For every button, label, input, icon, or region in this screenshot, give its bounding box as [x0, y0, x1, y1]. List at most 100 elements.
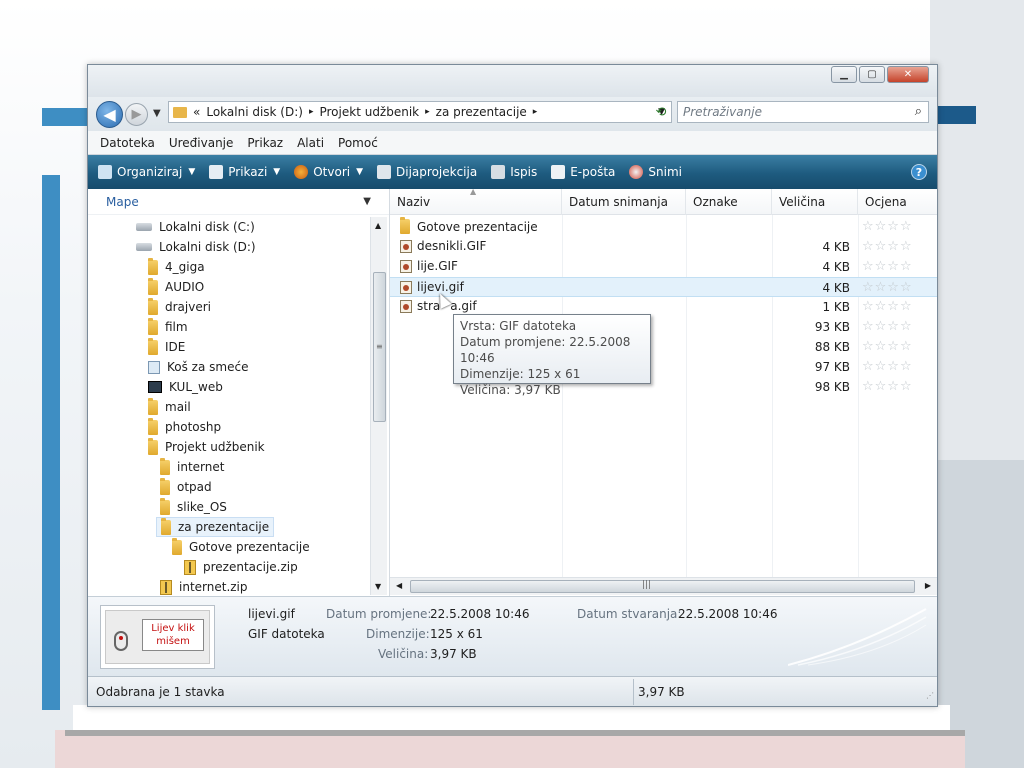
gif-file-icon	[400, 299, 412, 313]
rating-stars[interactable]: ☆☆☆☆	[862, 259, 913, 274]
arrow-right-icon: ▶	[131, 107, 142, 122]
tree-item[interactable]: IDE	[148, 337, 185, 357]
resize-grip-icon[interactable]: ⋰	[926, 691, 934, 700]
minimize-button[interactable]: ▁	[831, 66, 857, 83]
tree-item[interactable]: 4_giga	[148, 257, 205, 277]
recycle-bin-icon	[148, 360, 160, 374]
folders-header[interactable]: Mape ▼	[88, 189, 389, 215]
burn-disc-icon	[629, 165, 644, 179]
tree-item[interactable]: Lokalni disk (C:)	[136, 217, 255, 237]
menu-view[interactable]: Prikaz	[247, 136, 283, 150]
details-created-value[interactable]: 22.5.2008 10:46	[678, 607, 777, 621]
column-date-taken[interactable]: Datum snimanja	[562, 189, 686, 215]
tree-item[interactable]: mail	[148, 397, 191, 417]
tree-item-label: Projekt udžbenik	[165, 440, 265, 454]
chevron-right-icon[interactable]: ▸	[533, 107, 538, 117]
column-tags[interactable]: Oznake	[686, 189, 772, 215]
tree-item-label: Koš za smeće	[167, 360, 249, 374]
tree-item[interactable]: internet.zip	[160, 577, 248, 595]
address-row: ◀ ▶ ▼ « Lokalni disk (D:) ▸ Projekt udžb…	[88, 97, 937, 131]
burn-button[interactable]: Snimi	[629, 165, 682, 179]
tree-item[interactable]: otpad	[160, 477, 212, 497]
tree-item-label: AUDIO	[165, 280, 205, 294]
close-button[interactable]: ✕	[887, 66, 929, 83]
file-list-scrollbar[interactable]: ◀ ||| ▶	[390, 577, 937, 595]
search-input[interactable]: Pretraživanje ⌕	[677, 101, 929, 123]
slideshow-button[interactable]: Dijaprojekcija	[377, 165, 477, 179]
tree-scrollbar[interactable]: ▲ ≡ ▼	[370, 217, 387, 595]
tooltip-line: Veličina: 3,97 KB	[460, 383, 561, 397]
slideshow-icon	[377, 165, 392, 179]
tree-item[interactable]: slike_OS	[160, 497, 227, 517]
breadcrumb-prefix[interactable]: «	[193, 105, 200, 119]
scroll-up-icon[interactable]: ▲	[375, 221, 381, 230]
rating-stars[interactable]: ☆☆☆☆	[862, 299, 913, 314]
zip-icon	[160, 579, 172, 595]
file-row[interactable]: Gotove prezentacije ☆☆☆☆	[390, 217, 937, 237]
file-row[interactable]: desnikli.GIF 4 KB ☆☆☆☆	[390, 237, 937, 257]
tree-item[interactable]: drajveri	[148, 297, 211, 317]
tree-item[interactable]: photoshp	[148, 417, 221, 437]
back-button[interactable]: ◀	[96, 101, 123, 128]
open-button[interactable]: Otvori ▼	[294, 165, 363, 179]
drive-icon	[136, 243, 152, 251]
scroll-right-icon[interactable]: ▶	[925, 581, 931, 590]
column-size[interactable]: Veličina	[772, 189, 858, 215]
tree-item[interactable]: Gotove prezentacije	[172, 537, 310, 557]
tree-item-label: Lokalni disk (D:)	[159, 240, 256, 254]
rating-stars[interactable]: ☆☆☆☆	[862, 379, 913, 394]
file-row[interactable]: lije.GIF 4 KB ☆☆☆☆	[390, 257, 937, 277]
tree-item[interactable]: AUDIO	[148, 277, 204, 297]
tree-item[interactable]: Projekt udžbenik	[148, 437, 265, 457]
scroll-left-icon[interactable]: ◀	[396, 581, 402, 590]
refresh-button[interactable]: ⟲	[648, 101, 674, 123]
breadcrumb-item[interactable]: za prezentacije	[436, 105, 527, 119]
file-row-hovered[interactable]: lijevi.gif 4 KB ☆☆☆☆	[390, 277, 937, 297]
rating-stars[interactable]: ☆☆☆☆	[862, 239, 913, 254]
tree-item[interactable]: film	[148, 317, 188, 337]
column-label: Oznake	[693, 195, 738, 209]
details-label: Dimenzije:	[366, 627, 430, 641]
rating-stars[interactable]: ☆☆☆☆	[862, 280, 913, 295]
breadcrumb-item[interactable]: Projekt udžbenik	[319, 105, 419, 119]
rating-stars[interactable]: ☆☆☆☆	[862, 339, 913, 354]
column-rating[interactable]: Ocjena	[858, 189, 937, 215]
chevron-right-icon[interactable]: ▸	[425, 107, 430, 117]
help-button[interactable]: ?	[911, 164, 927, 180]
thumbnail-text: mišem	[156, 636, 190, 647]
printer-icon	[491, 165, 506, 179]
details-modified-value[interactable]: 22.5.2008 10:46	[430, 607, 529, 621]
scroll-down-icon[interactable]: ▼	[375, 582, 381, 591]
print-button[interactable]: Ispis	[491, 165, 537, 179]
recent-pages-dropdown[interactable]: ▼	[153, 108, 161, 119]
maximize-button[interactable]: ▢	[859, 66, 885, 83]
column-label: Ocjena	[865, 195, 907, 209]
email-button[interactable]: E-pošta	[551, 165, 615, 179]
menu-help[interactable]: Pomoć	[338, 136, 378, 150]
tree-item[interactable]: prezentacije.zip	[184, 557, 298, 577]
views-button[interactable]: Prikazi ▼	[209, 165, 280, 179]
rating-stars[interactable]: ☆☆☆☆	[862, 319, 913, 334]
tree-item-label: IDE	[165, 340, 186, 354]
chevron-right-icon[interactable]: ▸	[309, 107, 314, 117]
scrollbar-thumb[interactable]	[410, 580, 915, 593]
tree-item[interactable]: Koš za smeće	[148, 357, 248, 377]
tree-item-selected[interactable]: za prezentacije	[156, 517, 275, 537]
menu-file[interactable]: Datoteka	[100, 136, 155, 150]
tree-item[interactable]: internet	[160, 457, 224, 477]
tree-item[interactable]: KUL_web	[148, 377, 223, 397]
menu-edit[interactable]: Uređivanje	[169, 136, 234, 150]
breadcrumb-item[interactable]: Lokalni disk (D:)	[206, 105, 303, 119]
chevron-down-icon[interactable]: ▼	[363, 196, 371, 207]
rating-stars[interactable]: ☆☆☆☆	[862, 219, 913, 234]
search-icon[interactable]: ⌕	[915, 104, 922, 119]
column-name[interactable]: Naziv ▲	[390, 189, 562, 215]
forward-button[interactable]: ▶	[125, 103, 148, 126]
tree-item[interactable]: Lokalni disk (D:)	[136, 237, 256, 257]
menu-tools[interactable]: Alati	[297, 136, 324, 150]
rating-stars[interactable]: ☆☆☆☆	[862, 359, 913, 374]
tooltip-line: Dimenzije: 125 x 61	[460, 367, 581, 381]
address-bar[interactable]: « Lokalni disk (D:) ▸ Projekt udžbenik ▸…	[168, 101, 672, 123]
help-icon: ?	[915, 165, 923, 179]
organize-button[interactable]: Organiziraj ▼	[98, 165, 195, 179]
